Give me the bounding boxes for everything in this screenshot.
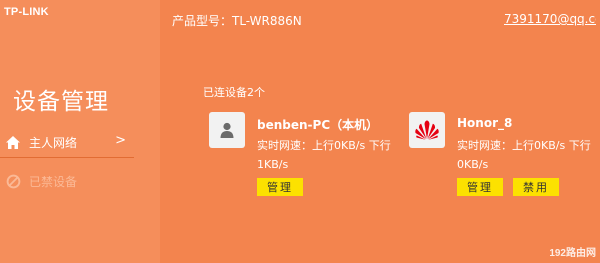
device-speed: 实时网速：上行0KB/s 下行1KB/s: [257, 139, 391, 171]
product-model: 产品型号：TL-WR886N: [172, 14, 302, 28]
device-speed: 实时网速：上行0KB/s 下行0KB/s: [457, 139, 591, 171]
device-card: Honor_8 实时网速：上行0KB/s 下行0KB/s 管理 禁用: [409, 112, 600, 202]
page-title: 设备管理: [13, 89, 109, 115]
device-card: benben-PC（本机） 实时网速：上行0KB/s 下行1KB/s 管理: [209, 112, 409, 202]
sidebar-item-blocked-devices[interactable]: 已禁设备: [0, 168, 134, 194]
chevron-right-icon: >: [115, 133, 126, 148]
main-content: 产品型号：TL-WR886N 7391170@qq.co 已连设备2个 benb…: [160, 0, 600, 263]
watermark-text: 192路由网: [549, 248, 596, 259]
home-icon: [5, 134, 21, 150]
pc-user-icon: [209, 112, 245, 148]
sidebar: TP-LINK 设备管理 主人网络 > 已禁设备: [0, 0, 160, 263]
manage-button[interactable]: 管理: [457, 178, 503, 196]
huawei-logo-icon: [409, 112, 445, 148]
ban-button[interactable]: 禁用: [513, 178, 559, 196]
blocked-icon: [5, 173, 21, 189]
sidebar-item-label: 主人网络: [29, 135, 78, 150]
nav-divider: [0, 157, 134, 158]
tp-link-logo[interactable]: TP-LINK: [4, 6, 49, 18]
sidebar-item-label: 已禁设备: [29, 174, 78, 189]
account-link[interactable]: 7391170@qq.co: [504, 12, 596, 26]
device-name: Honor_8: [457, 116, 513, 130]
manage-button[interactable]: 管理: [257, 178, 303, 196]
device-name: benben-PC（本机）: [257, 118, 379, 132]
site-watermark: 192路由网: [549, 244, 596, 259]
sidebar-item-host-network[interactable]: 主人网络 >: [0, 129, 134, 155]
connected-devices-count: 已连设备2个: [203, 86, 265, 99]
